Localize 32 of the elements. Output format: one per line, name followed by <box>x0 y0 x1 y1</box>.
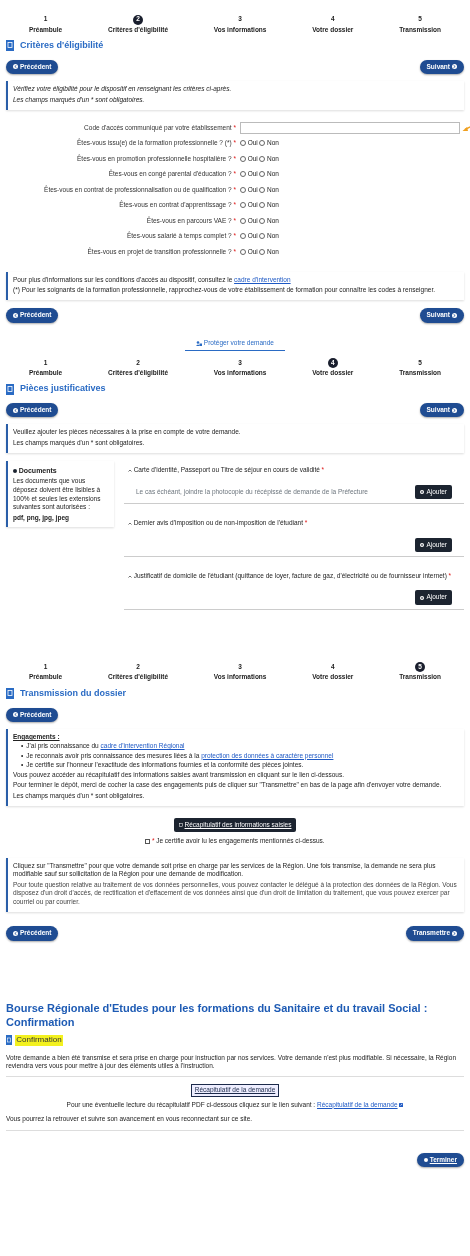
document-icon <box>6 383 14 395</box>
external-link-icon <box>399 1103 404 1108</box>
arrow-right-icon <box>452 313 457 319</box>
plus-icon <box>420 489 425 494</box>
user-icon <box>196 340 203 346</box>
arrow-right-icon <box>452 64 457 70</box>
arrow-right-icon <box>452 930 457 936</box>
document-icon <box>6 688 14 700</box>
arrow-right-icon <box>452 407 457 413</box>
section-heading: Critères d'éligibilité <box>20 40 104 52</box>
document-icon <box>178 823 183 828</box>
plus-icon <box>420 542 425 547</box>
arrow-left-icon <box>13 313 18 319</box>
arrow-left-icon <box>13 64 18 70</box>
arrow-left-icon <box>13 712 18 718</box>
caret-icon <box>128 574 132 578</box>
section-heading: Pièces justificatives <box>20 383 106 395</box>
document-icon <box>6 1035 12 1046</box>
arrow-left-icon <box>13 407 18 413</box>
text-input[interactable] <box>240 121 460 134</box>
page-title: Bourse Régionale d'Etudes pour les formations du Sanitaire et du travail Social : Confirmation <box>6 1000 429 1030</box>
section-heading: Confirmation <box>15 1035 63 1046</box>
bullet-icon <box>13 468 17 473</box>
section-heading: Transmission du dossier <box>20 687 127 700</box>
circle-icon <box>423 1157 428 1162</box>
plus-icon <box>420 595 425 600</box>
arrow-left-icon <box>13 930 18 936</box>
caret-icon <box>128 521 132 525</box>
caret-icon <box>128 468 132 472</box>
document-icon <box>6 40 14 52</box>
arrow-icon <box>461 123 470 132</box>
checkbox[interactable] <box>145 839 151 845</box>
